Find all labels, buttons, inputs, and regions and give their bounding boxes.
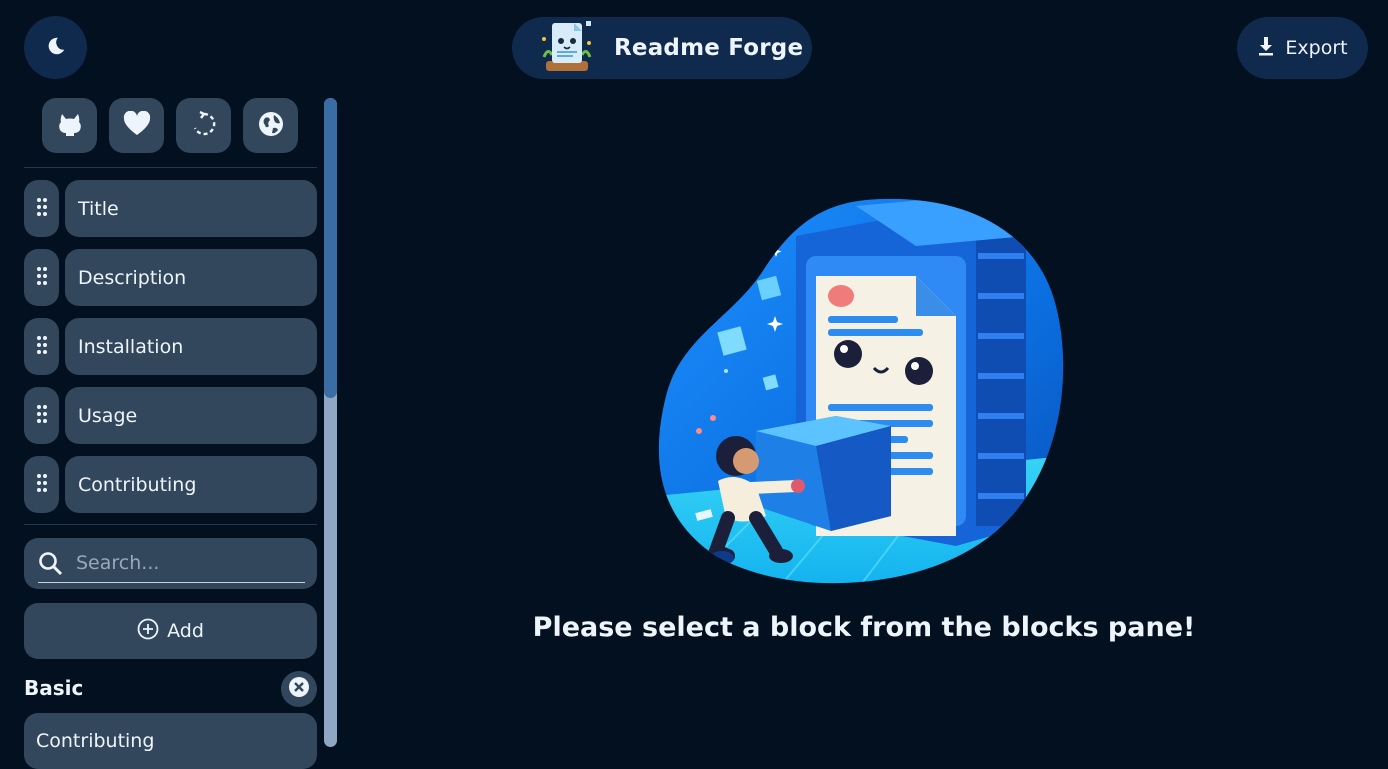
block-row: Description: [24, 249, 317, 306]
add-circle-icon: [137, 618, 159, 645]
search-input[interactable]: [76, 546, 296, 580]
drag-handle[interactable]: [24, 318, 59, 375]
drag-handle[interactable]: [24, 387, 59, 444]
close-circle-icon: [288, 676, 310, 702]
drag-dots-icon: [36, 335, 48, 359]
block-row: Installation: [24, 318, 317, 375]
block-item-installation[interactable]: Installation: [65, 318, 317, 375]
reset-icon: [191, 110, 217, 141]
block-item-title[interactable]: Title: [65, 180, 317, 237]
group-title: Basic: [24, 676, 84, 700]
drag-dots-icon: [36, 473, 48, 497]
drag-handle[interactable]: [24, 249, 59, 306]
scrollbar-thumb[interactable]: [324, 98, 337, 398]
drag-dots-icon: [36, 197, 48, 221]
block-row: Usage: [24, 387, 317, 444]
top-bar: Readme Forge Export: [0, 0, 1388, 96]
search-underline: [38, 582, 305, 583]
editor-pane: Please select a block from the blocks pa…: [340, 96, 1388, 765]
language-button[interactable]: [243, 98, 298, 153]
block-row: Title: [24, 180, 317, 237]
template-item-contributing[interactable]: Contributing: [24, 713, 317, 769]
divider: [24, 167, 317, 168]
drag-handle[interactable]: [24, 456, 59, 513]
block-item-description[interactable]: Description: [65, 249, 317, 306]
add-block-button[interactable]: Add: [24, 603, 317, 659]
search-icon: [38, 551, 64, 581]
globe-icon: [257, 110, 285, 142]
brand-title: Readme Forge: [614, 35, 804, 61]
brand: Readme Forge: [512, 17, 812, 79]
drag-handle[interactable]: [24, 180, 59, 237]
empty-state-message: Please select a block from the blocks pa…: [532, 612, 1196, 643]
export-label: Export: [1285, 37, 1348, 59]
block-row: Contributing: [24, 456, 317, 513]
divider: [24, 524, 317, 525]
blocks-pane: Title Description Installation Usage Con…: [0, 96, 340, 769]
empty-state-illustration: [656, 196, 1066, 591]
github-icon: [56, 110, 84, 142]
selected-blocks-list: Title Description Installation Usage Con…: [24, 180, 317, 525]
reset-button[interactable]: [176, 98, 231, 153]
block-item-contributing[interactable]: Contributing: [65, 456, 317, 513]
heart-icon: [123, 110, 151, 141]
clear-group-button[interactable]: [281, 671, 317, 707]
moon-icon: [45, 35, 67, 61]
drag-dots-icon: [36, 266, 48, 290]
theme-toggle-button[interactable]: [24, 16, 87, 79]
drag-dots-icon: [36, 404, 48, 428]
block-item-usage[interactable]: Usage: [65, 387, 317, 444]
github-link-button[interactable]: [42, 98, 97, 153]
sponsor-button[interactable]: [109, 98, 164, 153]
download-icon: [1257, 36, 1275, 61]
search-box: [24, 538, 317, 589]
readme-mascot-icon: [538, 17, 596, 79]
export-button[interactable]: Export: [1237, 17, 1368, 79]
quick-links: [42, 98, 298, 153]
add-label: Add: [167, 620, 204, 642]
